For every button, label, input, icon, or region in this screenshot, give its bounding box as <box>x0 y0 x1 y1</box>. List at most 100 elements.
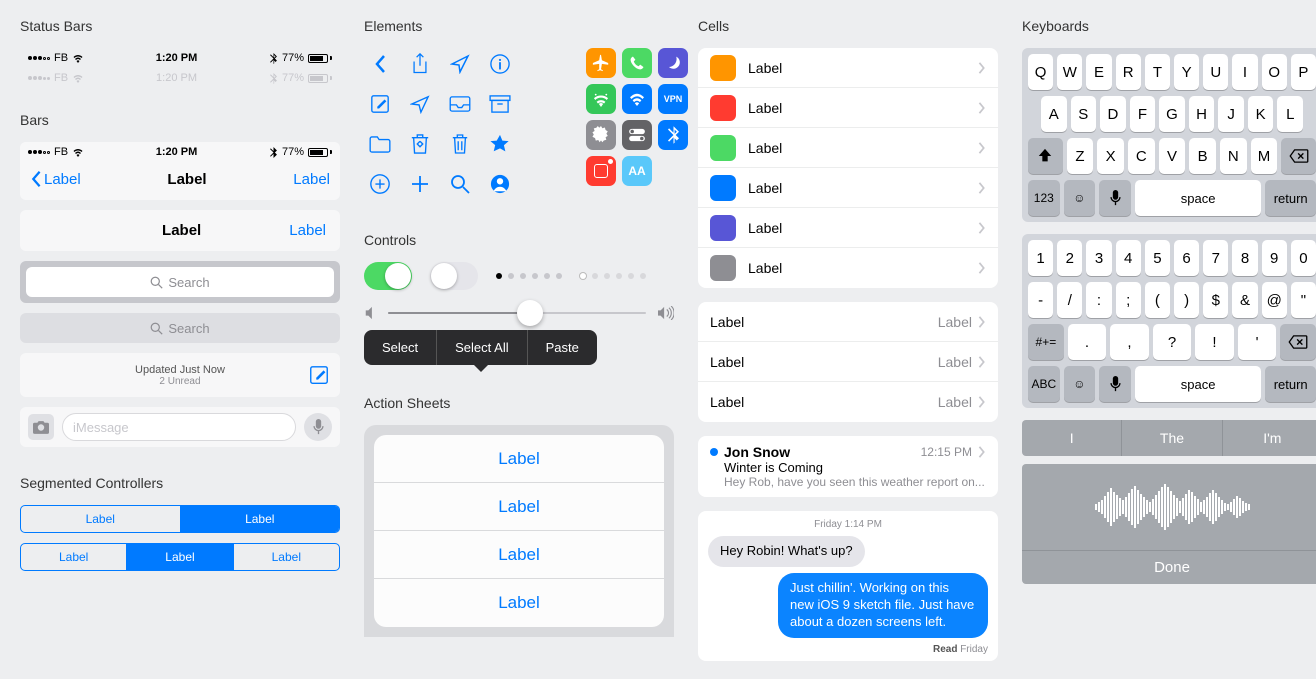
search-icon[interactable] <box>444 168 476 200</box>
text-size-icon[interactable]: AA <box>622 156 652 186</box>
camera-button[interactable] <box>28 414 54 440</box>
key-e[interactable]: E <box>1086 54 1111 90</box>
key-@[interactable]: @ <box>1262 282 1287 318</box>
archive-icon[interactable] <box>484 88 516 120</box>
suggestion[interactable]: I'm <box>1223 420 1316 456</box>
emoji-key[interactable]: ☺ <box>1064 366 1096 402</box>
key-o[interactable]: O <box>1262 54 1287 90</box>
vpn-icon[interactable]: VPN <box>658 84 688 114</box>
segmented-control-3[interactable]: Label Label Label <box>20 543 340 571</box>
key-p[interactable]: P <box>1291 54 1316 90</box>
phone-icon[interactable] <box>622 48 652 78</box>
segment-active[interactable]: Label <box>181 506 340 532</box>
segment[interactable]: Label <box>234 544 339 570</box>
table-cell[interactable]: Label Label <box>698 382 998 422</box>
share-icon[interactable] <box>404 48 436 80</box>
segment[interactable]: Label <box>21 506 181 532</box>
emoji-key[interactable]: ☺ <box>1064 180 1096 216</box>
table-cell[interactable]: Label <box>698 168 998 208</box>
key-)[interactable]: ) <box>1174 282 1199 318</box>
key-2[interactable]: 2 <box>1057 240 1082 276</box>
key[interactable]: . <box>1068 324 1107 360</box>
menu-select[interactable]: Select <box>364 330 437 365</box>
table-cell[interactable]: Label <box>698 208 998 248</box>
notifications-icon[interactable] <box>586 156 616 186</box>
key-9[interactable]: 9 <box>1262 240 1287 276</box>
key-z[interactable]: Z <box>1067 138 1094 174</box>
backspace-key[interactable] <box>1281 138 1316 174</box>
key-"[interactable]: " <box>1291 282 1316 318</box>
key[interactable]: , <box>1110 324 1149 360</box>
key-n[interactable]: N <box>1220 138 1247 174</box>
dictation-key[interactable] <box>1099 180 1131 216</box>
cellular-icon[interactable] <box>586 84 616 114</box>
trash-icon[interactable] <box>444 128 476 160</box>
key-f[interactable]: F <box>1130 96 1156 132</box>
add-circle-icon[interactable] <box>364 168 396 200</box>
key-u[interactable]: U <box>1203 54 1228 90</box>
backspace-key[interactable] <box>1280 324 1316 360</box>
numbers-key[interactable]: 123 <box>1028 180 1060 216</box>
mail-cell[interactable]: Jon Snow 12:15 PM Winter is Coming Hey R… <box>698 436 998 497</box>
volume-slider[interactable] <box>388 312 646 314</box>
key-/[interactable]: / <box>1057 282 1082 318</box>
key-t[interactable]: T <box>1145 54 1170 90</box>
mic-button[interactable] <box>304 413 332 441</box>
star-icon[interactable] <box>484 128 516 160</box>
page-control-dark[interactable] <box>496 273 562 279</box>
menu-paste[interactable]: Paste <box>528 330 597 365</box>
key-5[interactable]: 5 <box>1145 240 1170 276</box>
key-l[interactable]: L <box>1277 96 1303 132</box>
key-7[interactable]: 7 <box>1203 240 1228 276</box>
table-cell[interactable]: Label <box>698 48 998 88</box>
key-6[interactable]: 6 <box>1174 240 1199 276</box>
table-cell[interactable]: Label Label <box>698 342 998 382</box>
key-v[interactable]: V <box>1159 138 1186 174</box>
key-m[interactable]: M <box>1251 138 1278 174</box>
key-b[interactable]: B <box>1189 138 1216 174</box>
dictation-key[interactable] <box>1099 366 1131 402</box>
bar-action-button[interactable]: Label <box>289 222 326 239</box>
segment[interactable]: Label <box>21 544 127 570</box>
suggestion[interactable]: I <box>1022 420 1122 456</box>
key-([interactable]: ( <box>1145 282 1170 318</box>
search-bar-prominent[interactable]: Search <box>20 261 340 303</box>
key-4[interactable]: 4 <box>1116 240 1141 276</box>
shift-key[interactable] <box>1028 138 1063 174</box>
return-key[interactable]: return <box>1265 180 1316 216</box>
key-$[interactable]: $ <box>1203 282 1228 318</box>
action-sheet-option[interactable]: Label <box>374 579 664 627</box>
key-q[interactable]: Q <box>1028 54 1053 90</box>
key-0[interactable]: 0 <box>1291 240 1316 276</box>
trash-outline-icon[interactable] <box>404 128 436 160</box>
nav-right-button[interactable]: Label <box>293 171 330 188</box>
key-a[interactable]: A <box>1041 96 1067 132</box>
settings-gear-icon[interactable] <box>586 120 616 150</box>
action-sheet-option[interactable]: Label <box>374 435 664 483</box>
profile-icon[interactable] <box>484 168 516 200</box>
key-i[interactable]: I <box>1232 54 1257 90</box>
wifi-settings-icon[interactable] <box>622 84 652 114</box>
action-sheet-option[interactable]: Label <box>374 483 664 531</box>
switch-on[interactable] <box>364 262 412 290</box>
table-cell[interactable]: Label <box>698 128 998 168</box>
key-g[interactable]: G <box>1159 96 1185 132</box>
key-1[interactable]: 1 <box>1028 240 1053 276</box>
key-&[interactable]: & <box>1232 282 1257 318</box>
key-3[interactable]: 3 <box>1086 240 1111 276</box>
segmented-control-2[interactable]: Label Label <box>20 505 340 533</box>
menu-select-all[interactable]: Select All <box>437 330 527 365</box>
compose-icon[interactable] <box>364 88 396 120</box>
return-key[interactable]: return <box>1265 366 1316 402</box>
key--[interactable]: - <box>1028 282 1053 318</box>
action-sheet-option[interactable]: Label <box>374 531 664 579</box>
key-8[interactable]: 8 <box>1232 240 1257 276</box>
plus-icon[interactable] <box>404 168 436 200</box>
back-icon[interactable] <box>364 48 396 80</box>
send-icon[interactable] <box>404 88 436 120</box>
suggestion[interactable]: The <box>1122 420 1222 456</box>
page-control-light[interactable] <box>580 273 646 279</box>
table-cell[interactable]: Label <box>698 88 998 128</box>
key-d[interactable]: D <box>1100 96 1126 132</box>
key[interactable]: ! <box>1195 324 1234 360</box>
